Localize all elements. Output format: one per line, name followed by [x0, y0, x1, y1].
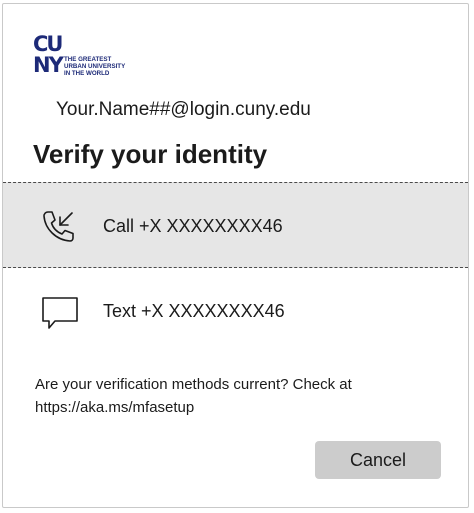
- cuny-logo-tagline: THE GREATEST URBAN UNIVERSITY IN THE WOR…: [64, 56, 126, 77]
- phone-call-icon: [39, 207, 79, 247]
- cuny-logo-letters-top: CU: [33, 32, 63, 56]
- page-title: Verify your identity: [33, 139, 268, 169]
- cuny-logo-mark: CU NY: [33, 32, 64, 80]
- mfa-dialog: CU NY THE GREATEST URBAN UNIVERSITY IN T…: [2, 3, 469, 508]
- verify-option-text[interactable]: Text +X XXXXXXXX46: [3, 268, 468, 354]
- cuny-logo-letters-bottom: NY: [33, 53, 64, 77]
- verification-info: Are your verification methods current? C…: [35, 373, 445, 419]
- text-option-label: Text +X XXXXXXXX46: [103, 301, 285, 321]
- account-email: Your.Name##@login.cuny.edu: [56, 99, 311, 120]
- verify-option-call[interactable]: Call +X XXXXXXXX46: [3, 182, 468, 268]
- call-option-label: Call +X XXXXXXXX46: [103, 216, 283, 236]
- cancel-button[interactable]: Cancel: [315, 441, 441, 479]
- mfa-setup-link[interactable]: https://aka.ms/mfasetup: [35, 396, 445, 419]
- verification-info-text: Are your verification methods current? C…: [35, 376, 352, 393]
- cuny-logo: CU NY THE GREATEST URBAN UNIVERSITY IN T…: [33, 34, 143, 84]
- text-message-icon: [39, 292, 79, 332]
